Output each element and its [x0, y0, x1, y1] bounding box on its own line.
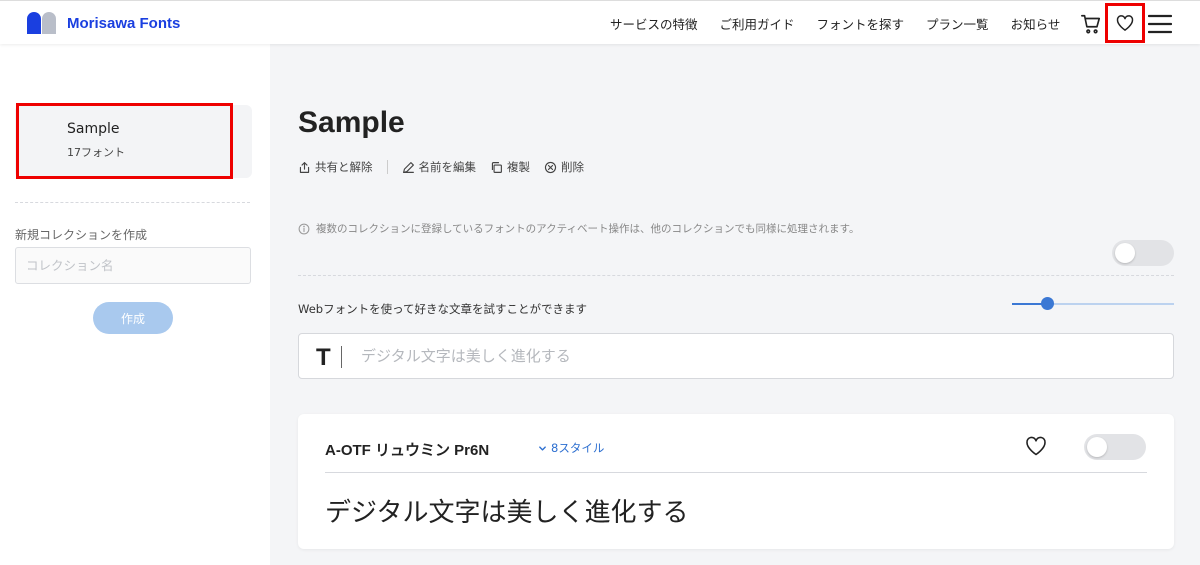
duplicate-button[interactable]: 複製: [490, 159, 530, 175]
logo[interactable]: Morisawa Fonts: [27, 12, 180, 34]
nav-plans[interactable]: プラン一覧: [926, 14, 989, 33]
sample-text-box: T: [298, 333, 1174, 379]
logo-mark-icon: [27, 12, 57, 34]
heart-icon: [1116, 15, 1134, 31]
card-divider: [325, 472, 1147, 473]
create-collection-button[interactable]: 作成: [93, 302, 173, 334]
heart-icon[interactable]: [1024, 434, 1048, 458]
text-cursor: [341, 346, 342, 368]
brand-name: Morisawa Fonts: [67, 14, 181, 32]
sample-text-input[interactable]: [361, 342, 1151, 370]
cart-icon[interactable]: [1080, 13, 1102, 35]
hamburger-menu-icon[interactable]: [1148, 13, 1172, 35]
font-card: A-OTF リュウミン Pr6N 8スタイル デジタル文字は美しく進化する: [298, 414, 1174, 549]
nav-find-fonts[interactable]: フォントを探す: [817, 14, 905, 33]
collection-actions: 共有と解除 名前を編集 複製 削除: [298, 159, 598, 175]
main-divider: [298, 275, 1174, 276]
new-collection-label: 新規コレクションを作成: [15, 228, 148, 242]
sidebar-divider: [15, 202, 250, 203]
styles-dropdown[interactable]: 8スタイル: [538, 440, 604, 456]
share-button[interactable]: 共有と解除: [298, 159, 373, 175]
font-activate-toggle[interactable]: [1084, 434, 1146, 460]
font-preview-text: デジタル文字は美しく進化する: [325, 498, 689, 528]
action-separator: [386, 160, 388, 174]
main-nav: サービスの特徴 ご利用ガイド フォントを探す プラン一覧 お知らせ: [610, 14, 1082, 33]
share-icon: [299, 161, 310, 173]
delete-label: 削除: [561, 160, 584, 174]
collection-name: Sample: [67, 121, 120, 137]
collection-activate-toggle[interactable]: [1112, 240, 1174, 266]
rename-button[interactable]: 名前を編集: [402, 159, 477, 175]
sidebar: Sample 17フォント 新規コレクションを作成 作成: [0, 44, 270, 565]
webfont-label: Webフォントを使って好きな文章を試すことができます: [298, 302, 587, 316]
favorites-button[interactable]: [1105, 3, 1145, 43]
toggle-knob: [1087, 437, 1107, 457]
pencil-icon: [402, 161, 414, 173]
info-icon: [298, 223, 310, 234]
page-title: Sample: [298, 106, 405, 139]
collection-name-input[interactable]: [15, 247, 251, 284]
collection-highlight-box: [16, 103, 233, 179]
header: Morisawa Fonts サービスの特徴 ご利用ガイド フォントを探す プラ…: [0, 0, 1200, 44]
styles-count: 8スタイル: [551, 441, 605, 455]
toggle-knob: [1115, 243, 1135, 263]
nav-guide[interactable]: ご利用ガイド: [720, 14, 795, 33]
text-t-icon: T: [316, 344, 331, 371]
font-name[interactable]: A-OTF リュウミン Pr6N: [325, 439, 489, 460]
collection-font-count: 17フォント: [67, 146, 125, 159]
info-note: 複数のコレクションに登録しているフォントのアクティベート操作は、他のコレクション…: [298, 221, 859, 236]
share-label: 共有と解除: [315, 160, 373, 174]
delete-icon: [544, 161, 557, 173]
delete-button[interactable]: 削除: [544, 159, 584, 175]
chevron-down-icon: [539, 445, 546, 451]
rename-label: 名前を編集: [418, 160, 477, 174]
duplicate-label: 複製: [507, 160, 530, 174]
nav-features[interactable]: サービスの特徴: [610, 14, 698, 33]
nav-news[interactable]: お知らせ: [1011, 14, 1061, 33]
copy-icon: [491, 161, 502, 173]
main-content: Sample 共有と解除 名前を編集 複製 削除 複数のコレクションに登録してい…: [270, 44, 1200, 565]
font-size-slider-handle[interactable]: [1041, 297, 1055, 310]
info-text: 複数のコレクションに登録しているフォントのアクティベート操作は、他のコレクション…: [316, 223, 860, 235]
